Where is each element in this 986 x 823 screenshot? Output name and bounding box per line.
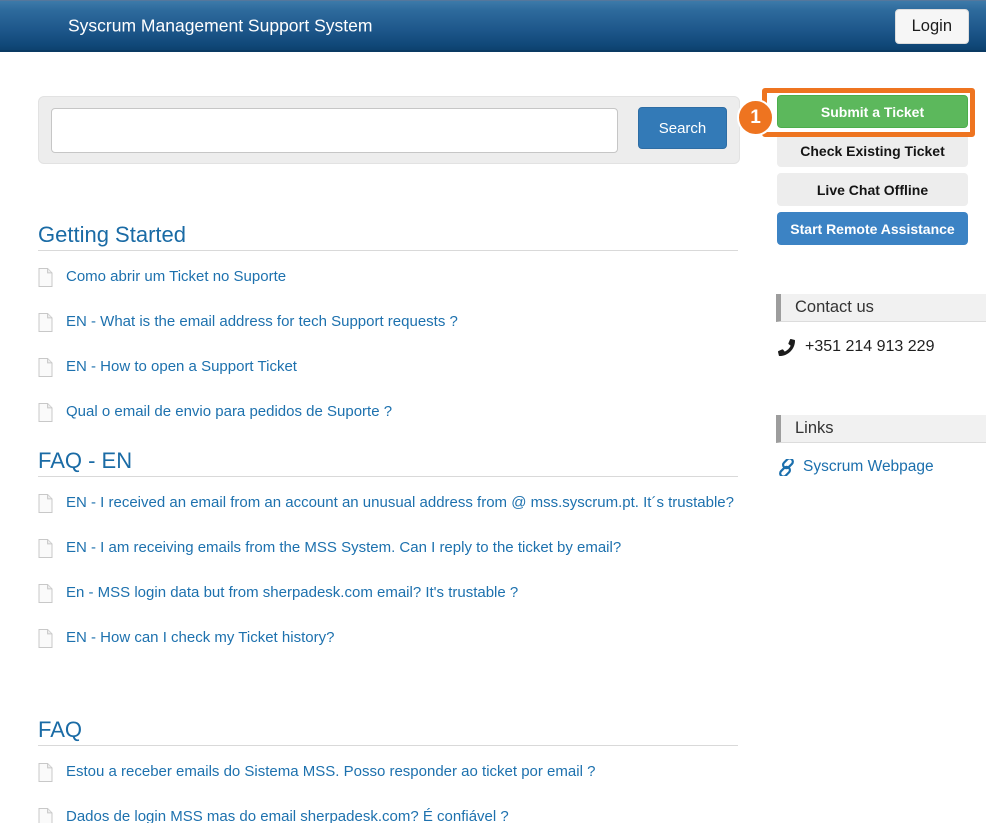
syscrum-webpage-link[interactable]: Syscrum Webpage bbox=[803, 458, 934, 476]
article-list-item: EN - I received an email from an account… bbox=[38, 490, 738, 522]
contact-us-header: Contact us bbox=[776, 294, 986, 322]
article-link[interactable]: EN - I am receiving emails from the MSS … bbox=[66, 535, 621, 561]
article-list-item: Dados de login MSS mas do email sherpade… bbox=[38, 804, 738, 823]
article-link[interactable]: EN - How to open a Support Ticket bbox=[66, 354, 297, 380]
app-title: Syscrum Management Support System bbox=[68, 15, 372, 36]
top-navbar: Syscrum Management Support System Login bbox=[0, 0, 986, 52]
article-link[interactable]: Como abrir um Ticket no Suporte bbox=[66, 264, 286, 290]
document-icon bbox=[38, 358, 53, 386]
sidebar-button-submit-a-ticket[interactable]: Submit a Ticket bbox=[777, 95, 968, 128]
search-input[interactable] bbox=[51, 108, 618, 153]
annotation-step-badge: 1 bbox=[737, 99, 774, 136]
document-icon bbox=[38, 584, 53, 612]
document-icon bbox=[38, 539, 53, 567]
article-list-item: EN - How can I check my Ticket history? bbox=[38, 625, 738, 657]
article-list-item: Qual o email de envio para pedidos de Su… bbox=[38, 399, 738, 431]
kb-section-getting-started: Getting Started Como abrir um Ticket no S… bbox=[38, 222, 738, 431]
article-list-item: EN - What is the email address for tech … bbox=[38, 309, 738, 341]
sidebar-button-start-remote-assistance[interactable]: Start Remote Assistance bbox=[777, 212, 968, 245]
article-link[interactable]: EN - I received an email from an account… bbox=[66, 490, 734, 516]
kb-section-faq-en: FAQ - EN EN - I received an email from an… bbox=[38, 448, 738, 657]
article-link[interactable]: EN - How can I check my Ticket history? bbox=[66, 625, 334, 651]
knowledge-base: Getting Started Como abrir um Ticket no S… bbox=[38, 205, 738, 823]
article-list-item: EN - I am receiving emails from the MSS … bbox=[38, 535, 738, 567]
document-icon bbox=[38, 313, 53, 341]
kb-section-faq: FAQ Estou a receber emails do Sistema MSS… bbox=[38, 717, 738, 823]
contact-phone-row: +351 214 913 229 bbox=[778, 338, 934, 356]
webpage-link-row[interactable]: Syscrum Webpage bbox=[778, 458, 934, 476]
document-icon bbox=[38, 629, 53, 657]
article-list-item: En - MSS login data but from sherpadesk.… bbox=[38, 580, 738, 612]
article-list-item: EN - How to open a Support Ticket bbox=[38, 354, 738, 386]
article-list: EN - I received an email from an account… bbox=[38, 490, 738, 657]
page: Syscrum Management Support System Login … bbox=[0, 0, 986, 823]
article-link[interactable]: En - MSS login data but from sherpadesk.… bbox=[66, 580, 518, 606]
article-link[interactable]: Estou a receber emails do Sistema MSS. P… bbox=[66, 759, 595, 785]
links-header: Links bbox=[776, 415, 986, 443]
sidebar-button-check-existing-ticket[interactable]: Check Existing Ticket bbox=[777, 134, 968, 167]
article-link[interactable]: Dados de login MSS mas do email sherpade… bbox=[66, 804, 509, 823]
contact-us-title: Contact us bbox=[795, 298, 874, 316]
article-list: Como abrir um Ticket no Suporte EN - What… bbox=[38, 264, 738, 431]
article-list-item: Como abrir um Ticket no Suporte bbox=[38, 264, 738, 296]
links-title: Links bbox=[795, 419, 834, 437]
search-button[interactable]: Search bbox=[638, 107, 727, 149]
document-icon bbox=[38, 268, 53, 296]
article-link[interactable]: Qual o email de envio para pedidos de Su… bbox=[66, 399, 392, 425]
section-title: FAQ bbox=[38, 717, 738, 746]
document-icon bbox=[38, 808, 53, 823]
article-link[interactable]: EN - What is the email address for tech … bbox=[66, 309, 458, 335]
document-icon bbox=[38, 494, 53, 522]
search-panel: Search bbox=[38, 96, 740, 164]
section-title: FAQ - EN bbox=[38, 448, 738, 477]
phone-icon bbox=[778, 339, 795, 356]
sidebar-button-live-chat-offline[interactable]: Live Chat Offline bbox=[777, 173, 968, 206]
login-button[interactable]: Login bbox=[895, 9, 969, 44]
link-icon bbox=[778, 459, 795, 476]
article-list-item: Estou a receber emails do Sistema MSS. P… bbox=[38, 759, 738, 791]
document-icon bbox=[38, 763, 53, 791]
section-title: Getting Started bbox=[38, 222, 738, 251]
sidebar-actions: Submit a Ticket Check Existing Ticket Live… bbox=[777, 95, 968, 251]
article-list: Estou a receber emails do Sistema MSS. P… bbox=[38, 759, 738, 823]
document-icon bbox=[38, 403, 53, 431]
phone-number: +351 214 913 229 bbox=[805, 338, 934, 356]
